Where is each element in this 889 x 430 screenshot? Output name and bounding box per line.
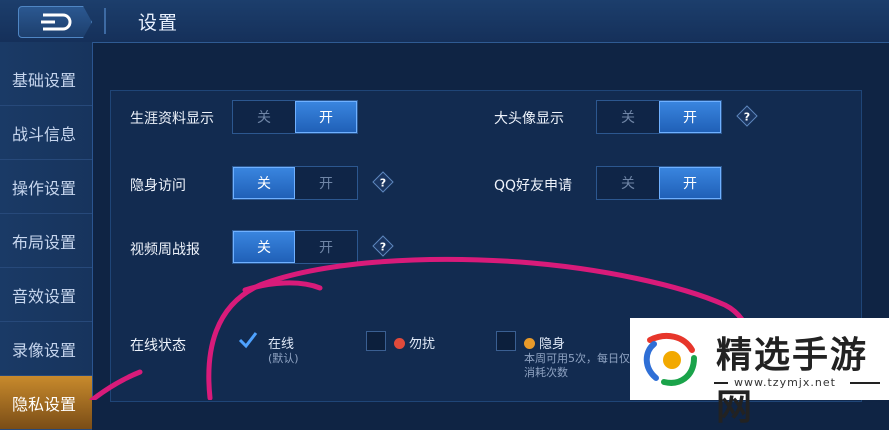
sidebar-item-controls[interactable]: 操作设置 [0,160,92,214]
sidebar-item-basic[interactable]: 基础设置 [0,52,92,106]
online-checkbox[interactable] [238,330,258,349]
online-status-label: 在线状态 [130,338,186,354]
invisible-status-icon [524,338,535,349]
invisible-option-label: 隐身 [539,337,566,352]
watermark-line-left [714,382,728,384]
dnd-option-label: 勿扰 [409,337,436,352]
big-avatar-help-icon[interactable]: ? [736,105,758,127]
invisible-option: 隐身 [524,333,565,352]
svg-text:?: ? [380,177,386,190]
video-weekly-label: 视频周战报 [130,242,200,258]
stealth-visit-label: 隐身访问 [130,178,186,194]
invisible-option-sub: 本周可用5次，每日仅首 [524,352,641,365]
invisible-checkbox[interactable] [496,331,516,351]
svg-text:?: ? [380,241,386,254]
sidebar-item-battle-info[interactable]: 战斗信息 [0,106,92,160]
sidebar-item-layout[interactable]: 布局设置 [0,214,92,268]
big-avatar-on[interactable]: 开 [659,101,721,133]
video-weekly-on[interactable]: 开 [295,231,357,263]
qq-friend-request-off[interactable]: 关 [597,167,659,199]
site-logo-icon [643,332,697,386]
page-title: 设置 [138,12,179,34]
svg-text:?: ? [744,111,750,124]
sidebar-item-privacy[interactable]: 隐私设置 [0,376,92,430]
career-display-toggle[interactable]: 关 开 [232,100,358,134]
top-bar: 设置 [0,0,889,43]
invisible-option-sub2: 消耗次数 [524,366,568,379]
no-entry-icon [394,338,405,349]
dnd-option: 勿扰 [394,333,435,352]
dnd-checkbox[interactable] [366,331,386,351]
sidebar: 基础设置 战斗信息 操作设置 布局设置 音效设置 录像设置 隐私设置 [0,42,93,430]
stealth-visit-off[interactable]: 关 [233,167,295,199]
stealth-visit-on[interactable]: 开 [295,167,357,199]
career-display-label: 生涯资料显示 [130,111,214,127]
back-button[interactable] [18,6,92,38]
qq-friend-request-on[interactable]: 开 [659,167,721,199]
qq-friend-request-label: QQ好友申请 [494,178,573,194]
title-divider [104,8,106,34]
career-display-on[interactable]: 开 [295,101,357,133]
back-arrow-icon [41,13,72,31]
big-avatar-off[interactable]: 关 [597,101,659,133]
online-option-label: 在线 [268,337,295,352]
big-avatar-label: 大头像显示 [494,111,564,127]
sidebar-item-sound[interactable]: 音效设置 [0,268,92,322]
stealth-visit-toggle[interactable]: 关 开 [232,166,358,200]
video-weekly-toggle[interactable]: 关 开 [232,230,358,264]
online-option-sub: (默认) [268,352,299,365]
stealth-visit-help-icon[interactable]: ? [372,171,394,193]
qq-friend-request-toggle[interactable]: 关 开 [596,166,722,200]
sidebar-item-replay[interactable]: 录像设置 [0,322,92,376]
video-weekly-help-icon[interactable]: ? [372,235,394,257]
watermark-url: www.tzymjx.net [734,376,836,389]
watermark-line-right [850,382,880,384]
check-icon [238,332,258,349]
career-display-off[interactable]: 关 [233,101,295,133]
watermark: 精选手游网 www.tzymjx.net [630,318,889,428]
video-weekly-off[interactable]: 关 [233,231,295,263]
big-avatar-toggle[interactable]: 关 开 [596,100,722,134]
